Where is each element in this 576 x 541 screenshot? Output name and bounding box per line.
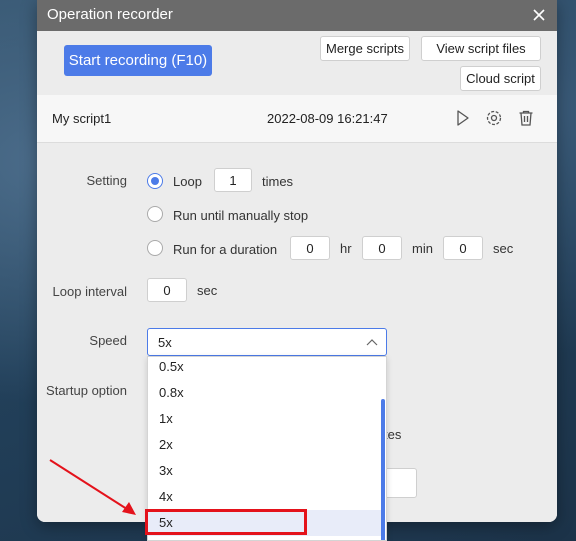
loop-label: Loop [173, 174, 202, 189]
speed-dropdown-list: 0.5x 0.8x 1x 2x 3x 4x 5x [147, 356, 387, 541]
run-until-stop-radio[interactable] [147, 206, 163, 222]
hours-input[interactable] [290, 236, 330, 260]
setting-label: Setting [86, 173, 127, 188]
trash-icon[interactable] [517, 109, 535, 127]
sec-label: sec [493, 241, 514, 256]
speed-select-value: 5x [158, 335, 172, 350]
start-recording-button[interactable]: Start recording (F10) [64, 45, 212, 76]
loop-radio[interactable] [147, 173, 163, 189]
speed-option-2x[interactable]: 2x [148, 432, 382, 458]
cloud-script-button[interactable]: Cloud script [460, 66, 541, 91]
script-name: My script1 [52, 111, 112, 126]
loop-count-input[interactable] [214, 168, 252, 192]
gear-icon[interactable] [485, 109, 503, 127]
toolbar: Start recording (F10) Merge scripts View… [37, 31, 557, 95]
interval-unit-label: sec [197, 283, 218, 298]
startup-option-label: Startup option [46, 383, 127, 398]
dropdown-scrollbar[interactable] [381, 399, 385, 540]
script-date: 2022-08-09 16:21:47 [267, 111, 388, 126]
speed-option-0.5x[interactable]: 0.5x [148, 357, 382, 380]
title-bar: Operation recorder [37, 0, 557, 31]
close-icon[interactable] [529, 5, 549, 25]
speed-option-3x[interactable]: 3x [148, 458, 382, 484]
minutes-input[interactable] [362, 236, 402, 260]
view-script-files-button[interactable]: View script files [421, 36, 541, 61]
speed-option-0.8x[interactable]: 0.8x [148, 380, 382, 406]
loop-interval-label: Loop interval [52, 284, 127, 299]
hr-label: hr [340, 241, 352, 256]
run-until-stop-label: Run until manually stop [173, 208, 309, 223]
speed-option-5x[interactable]: 5x [148, 510, 382, 536]
window-title: Operation recorder [47, 6, 173, 23]
loop-interval-input[interactable] [147, 278, 187, 302]
chevron-up-icon [366, 339, 378, 346]
run-duration-label: Run for a duration [173, 242, 278, 257]
speed-select[interactable]: 5x [147, 328, 387, 356]
speed-label: Speed [89, 333, 127, 348]
speed-option-1x[interactable]: 1x [148, 406, 382, 432]
times-label: times [262, 174, 294, 189]
min-label: min [412, 241, 433, 256]
merge-scripts-button[interactable]: Merge scripts [320, 36, 410, 61]
run-duration-radio[interactable] [147, 240, 163, 256]
script-row[interactable]: My script1 2022-08-09 16:21:47 [37, 95, 557, 143]
play-icon[interactable] [454, 109, 472, 127]
seconds-input[interactable] [443, 236, 483, 260]
speed-option-4x[interactable]: 4x [148, 484, 382, 510]
